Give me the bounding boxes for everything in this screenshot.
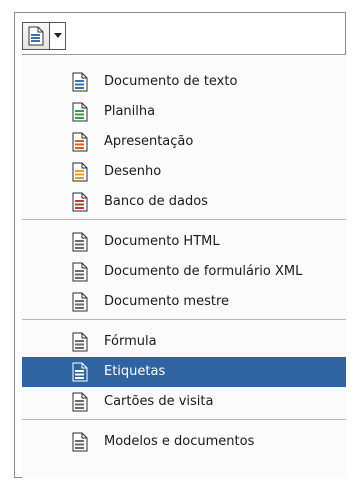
menu-item-label: Documento de formulário XML [104, 264, 303, 279]
menu-item-labels[interactable]: Etiquetas [22, 357, 346, 387]
formula-icon [70, 332, 90, 352]
menu-item-label: Documento mestre [104, 294, 230, 309]
menu-item-spreadsheet[interactable]: Planilha [22, 97, 346, 127]
presentation-icon [70, 132, 90, 152]
menu-item-label: Planilha [104, 104, 156, 119]
text-document-icon [70, 72, 90, 92]
drawing-icon [70, 162, 90, 182]
menu-item-label: Cartões de visita [104, 394, 214, 409]
menu-separator [22, 419, 346, 420]
new-document-menu: Documento de texto Planilha Apresentação De… [22, 54, 346, 478]
menu-item-label: Fórmula [104, 334, 157, 349]
menu-item-label: Modelos e documentos [104, 434, 255, 449]
menu-item-label: Etiquetas [104, 364, 166, 379]
templates-documents-icon [70, 432, 90, 452]
new-document-toolbar-button[interactable] [22, 22, 66, 50]
menu-item-label: Apresentação [104, 134, 194, 149]
menu-item-drawing[interactable]: Desenho [22, 157, 346, 187]
menu-item-label: Documento HTML [104, 234, 220, 249]
xml-form-icon [70, 262, 90, 282]
menu-item-html-document[interactable]: Documento HTML [22, 227, 346, 257]
menu-item-templates-documents[interactable]: Modelos e documentos [22, 427, 346, 457]
new-document-icon[interactable] [22, 22, 50, 50]
menu-separator [22, 219, 346, 220]
menu-item-database[interactable]: Banco de dados [22, 187, 346, 217]
labels-icon [70, 362, 90, 382]
dropdown-arrow-icon[interactable] [50, 22, 66, 50]
menu-item-xml-form[interactable]: Documento de formulário XML [22, 257, 346, 287]
spreadsheet-icon [70, 102, 90, 122]
database-icon [70, 192, 90, 212]
menu-item-label: Banco de dados [104, 194, 208, 209]
business-cards-icon [70, 392, 90, 412]
menu-separator [22, 319, 346, 320]
html-document-icon [70, 232, 90, 252]
menu-item-label: Desenho [104, 164, 162, 179]
menu-item-business-cards[interactable]: Cartões de visita [22, 387, 346, 417]
menu-item-master-document[interactable]: Documento mestre [22, 287, 346, 317]
menu-item-presentation[interactable]: Apresentação [22, 127, 346, 157]
menu-item-formula[interactable]: Fórmula [22, 327, 346, 357]
master-document-icon [70, 292, 90, 312]
menu-item-text-document[interactable]: Documento de texto [22, 67, 346, 97]
menu-item-label: Documento de texto [104, 74, 238, 89]
